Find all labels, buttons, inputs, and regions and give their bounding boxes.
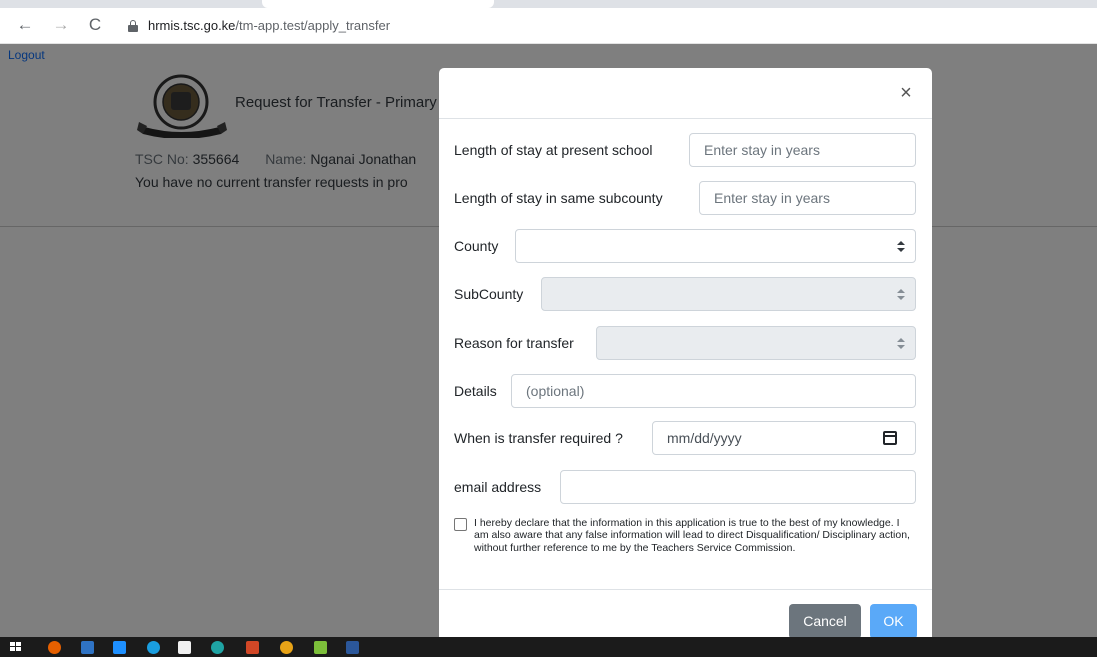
email-row: email address xyxy=(454,470,916,504)
date-placeholder: mm/dd/yyyy xyxy=(667,430,742,446)
skype-icon[interactable] xyxy=(147,641,160,654)
county-label: County xyxy=(454,238,499,254)
county-row: County xyxy=(454,229,916,263)
reason-label: Reason for transfer xyxy=(454,335,574,351)
subcounty-row: SubCounty xyxy=(454,277,916,311)
ok-button[interactable]: OK xyxy=(870,604,917,639)
stay-school-input[interactable]: Enter stay in years xyxy=(689,133,916,167)
word-icon[interactable] xyxy=(346,641,359,654)
modal-header: × xyxy=(439,68,932,119)
subcounty-select[interactable] xyxy=(541,277,916,311)
select-arrows-icon xyxy=(897,337,905,351)
file-explorer-icon[interactable] xyxy=(81,641,94,654)
active-tab[interactable] xyxy=(262,0,494,8)
reload-icon[interactable]: C xyxy=(84,14,106,36)
windows-start-icon[interactable] xyxy=(10,642,22,653)
taskbar xyxy=(0,637,1097,657)
stay-school-row: Length of stay at present school Enter s… xyxy=(454,133,916,167)
chrome-icon[interactable] xyxy=(280,641,293,654)
edge-icon[interactable] xyxy=(211,641,224,654)
modal-footer-divider xyxy=(439,589,932,590)
declaration-text: I hereby declare that the information in… xyxy=(474,517,910,554)
browser-toolbar: ← → C hrmis.tsc.go.ke/tm-app.test/apply_… xyxy=(0,0,1097,44)
stay-subcounty-label: Length of stay in same subcounty xyxy=(454,190,663,206)
mail-icon[interactable] xyxy=(113,641,126,654)
back-icon[interactable]: ← xyxy=(14,14,36,36)
stay-subcounty-input[interactable]: Enter stay in years xyxy=(699,181,916,215)
date-label: When is transfer required ? xyxy=(454,430,623,446)
cancel-button[interactable]: Cancel xyxy=(789,604,861,639)
forward-icon[interactable]: → xyxy=(50,14,72,36)
date-row: When is transfer required ? mm/dd/yyyy xyxy=(454,421,916,455)
email-label: email address xyxy=(454,479,542,495)
powerpoint-icon[interactable] xyxy=(246,641,259,654)
stay-school-label: Length of stay at present school xyxy=(454,142,653,158)
details-input[interactable]: (optional) xyxy=(511,374,916,408)
reason-row: Reason for transfer xyxy=(454,326,916,360)
close-icon[interactable]: × xyxy=(898,83,914,103)
url-path: /tm-app.test/apply_transfer xyxy=(235,18,391,33)
address-bar[interactable]: hrmis.tsc.go.ke/tm-app.test/apply_transf… xyxy=(118,12,1088,39)
app-icon[interactable] xyxy=(314,641,327,654)
firefox-icon[interactable] xyxy=(48,641,61,654)
tab-strip xyxy=(0,0,1097,8)
store-icon[interactable] xyxy=(178,641,191,654)
details-label: Details xyxy=(454,383,497,399)
subcounty-label: SubCounty xyxy=(454,286,524,302)
url-host: hrmis.tsc.go.ke xyxy=(148,18,236,33)
county-select[interactable] xyxy=(515,229,916,263)
lock-icon xyxy=(128,20,138,32)
stay-subcounty-row: Length of stay in same subcounty Enter s… xyxy=(454,181,916,215)
transfer-date-input[interactable]: mm/dd/yyyy xyxy=(652,421,916,455)
calendar-icon[interactable] xyxy=(883,431,897,445)
transfer-modal: × Length of stay at present school Enter… xyxy=(439,68,932,657)
select-arrows-icon xyxy=(897,288,905,302)
email-input[interactable] xyxy=(560,470,916,504)
url-text: hrmis.tsc.go.ke/tm-app.test/apply_transf… xyxy=(148,12,390,39)
details-row: Details (optional) xyxy=(454,374,916,408)
select-arrows-icon xyxy=(897,240,905,254)
declaration-checkbox[interactable] xyxy=(454,518,467,531)
reason-select[interactable] xyxy=(596,326,916,360)
